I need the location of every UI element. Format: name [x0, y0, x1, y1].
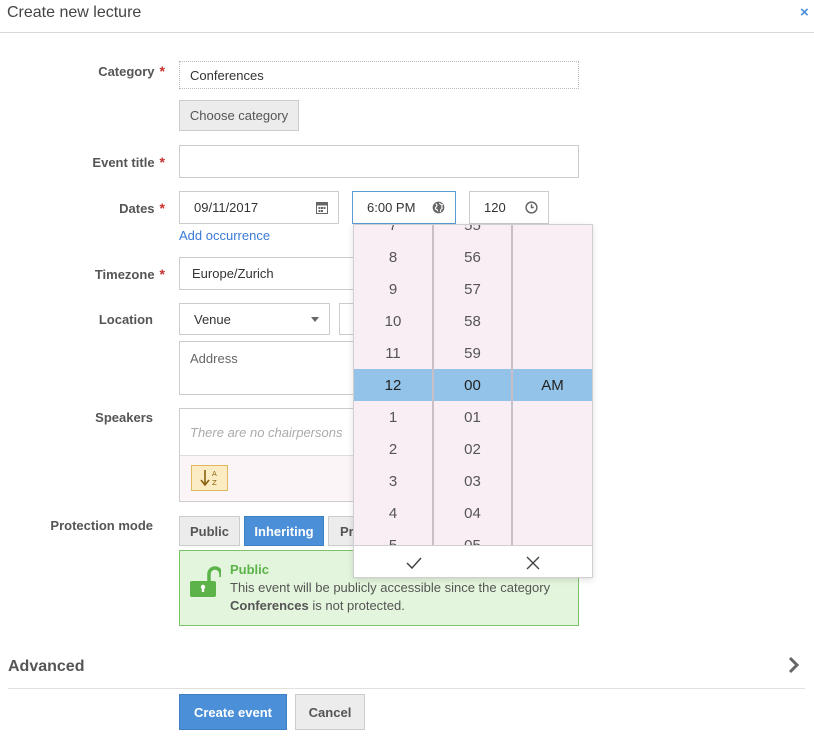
- time-picker-hour-option[interactable]: 2: [354, 433, 432, 465]
- header-divider: [0, 32, 814, 33]
- date-input[interactable]: 09/11/2017: [179, 191, 339, 224]
- timezone-label: Timezone *: [94, 266, 165, 282]
- advanced-divider: [8, 688, 805, 689]
- required-marker: *: [159, 63, 165, 79]
- advanced-section-title[interactable]: Advanced: [8, 658, 84, 676]
- clock-icon: [525, 201, 538, 214]
- time-picker-hour-option[interactable]: 8: [354, 241, 432, 273]
- confirm-check-icon[interactable]: [354, 546, 473, 577]
- time-picker-minutes[interactable]: 55 56 57 58 59 00 01 02 03 04 05: [434, 225, 511, 545]
- time-picker-hours[interactable]: 7 8 9 10 11 12 1 2 3 4 5: [354, 225, 432, 545]
- protection-public-button[interactable]: Public: [179, 516, 240, 546]
- time-picker-hour-option[interactable]: 1: [354, 401, 432, 433]
- time-value: 6:00 PM: [367, 200, 416, 215]
- svg-text:Z: Z: [212, 479, 217, 487]
- time-picker-minute-option[interactable]: 00: [434, 369, 511, 401]
- speakers-box: There are no chairpersons AZ: [179, 408, 359, 502]
- unlock-icon: [189, 565, 223, 600]
- duration-input[interactable]: 120: [469, 191, 549, 224]
- event-title-label: Event title *: [92, 154, 165, 170]
- dialog-title: Create new lecture: [7, 4, 142, 21]
- close-x-icon[interactable]: [473, 546, 592, 577]
- event-title-input[interactable]: [179, 145, 579, 178]
- time-input[interactable]: 6:00 PM: [352, 191, 456, 224]
- time-picker-minute-option[interactable]: 02: [434, 433, 511, 465]
- svg-text:A: A: [212, 470, 217, 478]
- time-picker-minute-option[interactable]: 05: [434, 529, 511, 546]
- time-picker-hour-option[interactable]: 10: [354, 305, 432, 337]
- protection-info-category: Conferences: [230, 598, 309, 613]
- duration-value: 120: [484, 200, 506, 215]
- time-picker-hour-option[interactable]: 11: [354, 337, 432, 369]
- speakers-label: Speakers: [95, 410, 153, 425]
- close-icon[interactable]: ×: [800, 4, 809, 21]
- sort-alpha-icon[interactable]: AZ: [191, 465, 228, 491]
- time-picker-hour-option[interactable]: 9: [354, 273, 432, 305]
- time-picker-minute-option[interactable]: 01: [434, 401, 511, 433]
- chevron-right-icon[interactable]: [788, 656, 800, 677]
- time-picker-minute-option[interactable]: 56: [434, 241, 511, 273]
- location-label: Location: [98, 312, 153, 327]
- time-picker-minute-option[interactable]: 57: [434, 273, 511, 305]
- timezone-select[interactable]: Europe/Zurich: [179, 257, 359, 290]
- protection-info-text: This event will be publicly accessible s…: [230, 580, 551, 613]
- time-picker-minute-option[interactable]: 55: [434, 225, 511, 241]
- address-textarea[interactable]: Address: [179, 341, 359, 395]
- time-picker-hour-option[interactable]: 12: [354, 369, 432, 401]
- add-occurrence-link[interactable]: Add occurrence: [179, 228, 270, 243]
- time-picker-minute-option[interactable]: 58: [434, 305, 511, 337]
- date-value: 09/11/2017: [194, 200, 259, 215]
- time-picker-footer: [354, 545, 592, 577]
- time-picker-meridiem-option[interactable]: AM: [513, 369, 592, 401]
- dates-label: Dates *: [119, 200, 165, 216]
- protection-mode-label: Protection mode: [50, 518, 153, 533]
- calendar-icon[interactable]: [316, 201, 328, 214]
- time-picker-hour-option[interactable]: 5: [354, 529, 432, 546]
- cancel-button[interactable]: Cancel: [295, 694, 365, 730]
- category-field[interactable]: Conferences: [179, 61, 579, 89]
- venue-select[interactable]: Venue: [179, 303, 330, 335]
- time-picker-minute-option[interactable]: 03: [434, 465, 511, 497]
- time-picker-hour-option[interactable]: 3: [354, 465, 432, 497]
- speakers-empty-text: There are no chairpersons: [180, 409, 358, 456]
- time-picker-meridiem[interactable]: AM: [513, 225, 592, 545]
- choose-category-button[interactable]: Choose category: [179, 100, 299, 131]
- time-picker: 7 8 9 10 11 12 1 2 3 4 5 55 56 57 58 59 00 01 02 03 04 05 AM: [353, 224, 593, 578]
- category-label: Category *: [98, 63, 165, 79]
- time-picker-minute-option[interactable]: 04: [434, 497, 511, 529]
- venue-select-value: Venue: [194, 311, 231, 327]
- protection-inheriting-button[interactable]: Inheriting: [244, 516, 324, 546]
- time-picker-minute-option[interactable]: 59: [434, 337, 511, 369]
- create-event-button[interactable]: Create event: [179, 694, 287, 730]
- globe-icon[interactable]: [432, 201, 445, 214]
- time-picker-hour-option[interactable]: 7: [354, 225, 432, 241]
- time-picker-hour-option[interactable]: 4: [354, 497, 432, 529]
- caret-down-icon: [311, 316, 319, 322]
- protection-info-title: Public: [230, 562, 270, 577]
